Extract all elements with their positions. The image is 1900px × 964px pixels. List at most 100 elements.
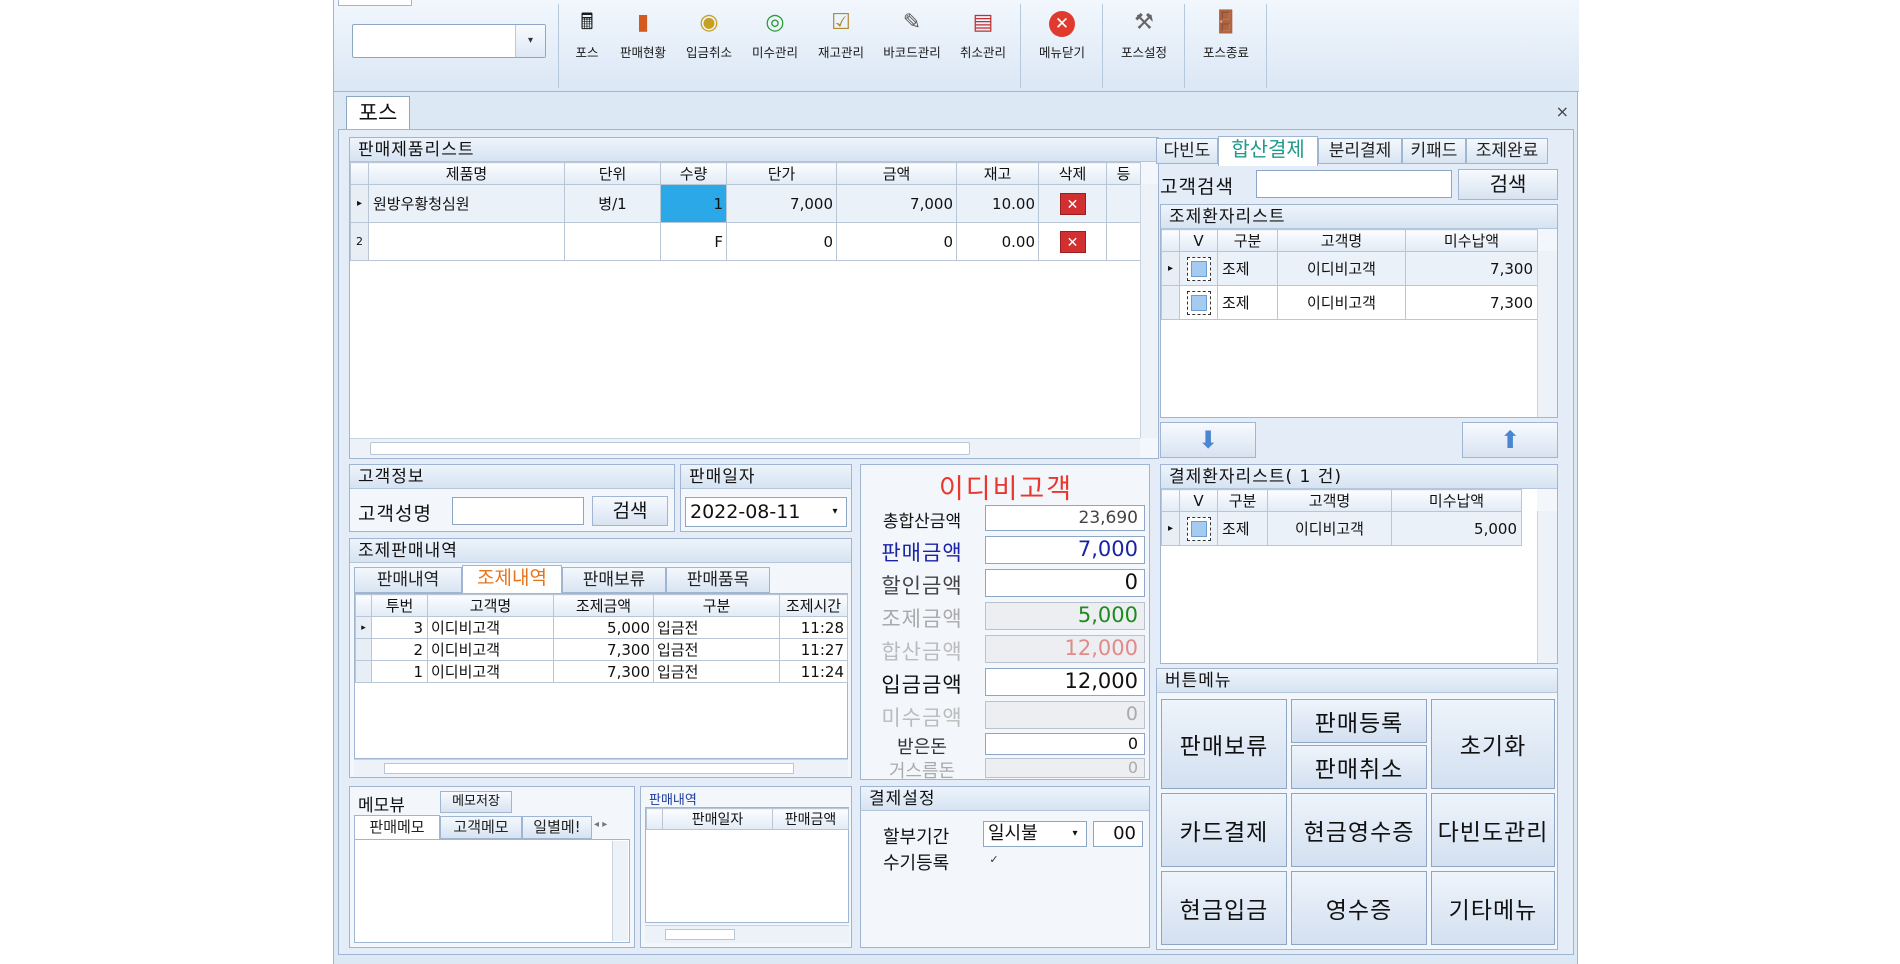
col-delete[interactable]: 삭제 [1038,162,1107,185]
tab-sales-memo[interactable]: 판매메모 [354,815,440,839]
tab-frequent[interactable]: 다빈도 [1156,138,1218,164]
col-unpaid-amount[interactable]: 미수납액 [1391,489,1522,512]
sale-date-picker[interactable]: 2022-08-11 [685,497,847,527]
col-qty[interactable]: 수량 [660,162,727,185]
move-down-button[interactable]: ⬇ [1160,422,1256,458]
row-checkbox[interactable] [1186,290,1211,315]
cell-stock[interactable]: 10.00 [956,184,1039,223]
table-row[interactable]: ▸ 3 이디비고객 5,000 입금전 11:28 [355,616,848,639]
table-row[interactable]: 조제 이디비고객 7,300 [1161,285,1538,320]
vertical-scrollbar[interactable] [1537,511,1557,663]
table-row[interactable]: ▸ 조제 이디비고객 7,300 [1161,251,1538,286]
cell-price[interactable]: 7,000 [726,184,837,223]
customer-search-input[interactable] [1256,170,1452,198]
reset-button[interactable]: 초기화 [1431,699,1555,789]
col-price[interactable]: 단가 [726,162,837,185]
ribbon-button-sales-status[interactable]: ▮ 판매현황 [610,8,676,62]
vertical-scrollbar[interactable] [1140,184,1158,438]
col-rx-time[interactable]: 조제시간 [779,594,848,617]
table-row[interactable]: 2 이디비고객 7,300 입금전 11:27 [355,638,848,661]
col-sale-amount[interactable]: 판매금액 [772,808,849,830]
cell-amount[interactable]: 0 [836,222,957,261]
col-customer-name[interactable]: 고객명 [1267,489,1392,512]
tab-keypad[interactable]: 키패드 [1402,138,1466,164]
col-product-name[interactable]: 제품명 [368,162,565,185]
col-sale-date[interactable]: 판매일자 [662,808,773,830]
frequent-manage-button[interactable]: 다빈도관리 [1431,793,1555,867]
memo-textarea[interactable] [354,839,630,943]
ribbon-button-deposit-cancel[interactable]: ◉ 입금취소 [676,8,742,62]
scroll-thumb[interactable] [384,763,794,774]
tab-sales-history[interactable]: 판매내역 [354,567,462,593]
card-payment-button[interactable]: 카드결제 [1161,793,1287,867]
cell-amount[interactable]: 7,000 [836,184,957,223]
table-row[interactable]: ▸ 원방우황청심원 병/1 1 7,000 7,000 10.00 ✕ [350,184,1141,223]
horizontal-scrollbar[interactable] [354,759,848,777]
cell-qty[interactable]: F [660,222,727,261]
cell-price[interactable]: 0 [726,222,837,261]
discount-amount-input[interactable]: 0 [985,569,1145,597]
table-row[interactable]: 1 이디비고객 7,300 입금전 11:24 [355,660,848,683]
memo-save-button[interactable]: 메모저장 [440,791,512,813]
tab-sales-items[interactable]: 판매품목 [666,567,770,593]
col-unit[interactable]: 단위 [564,162,661,185]
tab-customer-memo[interactable]: 고객메모 [440,816,522,839]
chevron-down-icon[interactable]: ▾ [825,498,845,526]
installment-months-input[interactable]: 00 [1093,821,1143,847]
receipt-button[interactable]: 영수증 [1291,871,1427,945]
col-unpaid-amount[interactable]: 미수납액 [1405,229,1538,252]
cash-receipt-button[interactable]: 현금영수증 [1291,793,1427,867]
tab-rx-history[interactable]: 조제내역 [462,565,562,593]
scroll-thumb[interactable] [665,929,735,940]
chevron-down-icon[interactable]: ▾ [515,25,545,57]
ribbon-button-cancel-manage[interactable]: ▤ 취소관리 [950,8,1016,62]
ribbon-button-close-menu[interactable]: ✕ 메뉴닫기 [1024,8,1100,62]
cell-qty[interactable]: 1 [660,184,727,223]
tab-scroll-arrows-icon[interactable]: ◂ ▸ [594,819,607,830]
cell-unit[interactable]: 병/1 [564,184,661,223]
tab-daily-memo[interactable]: 일별메! [522,816,592,839]
col-type[interactable]: 구분 [1217,489,1268,512]
cell-product-name[interactable]: 원방우황청심원 [368,184,565,223]
ribbon-button-inventory[interactable]: ☑ 재고관리 [808,8,874,62]
ribbon-button-pos-exit[interactable]: 🚪 포스종료 [1188,8,1264,62]
customer-search-button[interactable]: 검색 [1458,169,1558,200]
horizontal-scrollbar[interactable] [350,438,1140,458]
col-amount[interactable]: 금액 [836,162,957,185]
ribbon-button-pos[interactable]: 🖩 포스 [564,8,610,62]
cell-unit[interactable] [564,222,661,261]
tab-pos[interactable]: 포스 [346,96,410,130]
col-type[interactable]: 구분 [1217,229,1278,252]
table-row[interactable]: ▸ 조제 이디비고객 5,000 [1161,511,1522,546]
tab-split-payment[interactable]: 분리결제 [1318,138,1402,164]
manual-entry-checkbox[interactable]: ✓ [987,853,1001,867]
ribbon-button-barcode[interactable]: ✎ 바코드관리 [874,8,950,62]
ribbon-combo[interactable]: ▾ [352,24,546,58]
sales-cancel-button[interactable]: 판매취소 [1291,745,1427,789]
sales-hold-button[interactable]: 판매보류 [1161,699,1287,789]
cell-product-name[interactable] [368,222,565,261]
col-v[interactable]: V [1179,489,1218,512]
move-up-button[interactable]: ⬆ [1462,422,1558,458]
col-order-no[interactable]: 투번 [371,594,428,617]
received-money-input[interactable]: 0 [985,733,1145,755]
col-customer-name[interactable]: 고객명 [427,594,554,617]
col-status[interactable]: 구분 [653,594,780,617]
tab-rx-complete[interactable]: 조제완료 [1466,138,1548,164]
chevron-down-icon[interactable]: ▾ [1065,822,1085,846]
ribbon-button-receivables[interactable]: ◎ 미수관리 [742,8,808,62]
sales-register-button[interactable]: 판매등록 [1291,699,1427,743]
vertical-scrollbar[interactable] [1537,251,1557,417]
col-rx-amount[interactable]: 조제금액 [553,594,654,617]
ribbon-button-pos-settings[interactable]: ⚒ 포스설정 [1106,8,1182,62]
deposit-amount-input[interactable]: 12,000 [985,668,1145,696]
cell-stock[interactable]: 0.00 [956,222,1039,261]
ribbon-tab[interactable] [338,0,412,6]
cash-deposit-button[interactable]: 현금입금 [1161,871,1287,945]
tab-combined-payment[interactable]: 합산결제 [1218,136,1318,166]
close-icon[interactable]: × [1556,102,1569,121]
vertical-scrollbar[interactable] [612,841,628,941]
tab-sales-hold[interactable]: 판매보류 [562,567,666,593]
customer-name-input[interactable] [452,497,584,525]
horizontal-scrollbar[interactable] [645,925,849,943]
